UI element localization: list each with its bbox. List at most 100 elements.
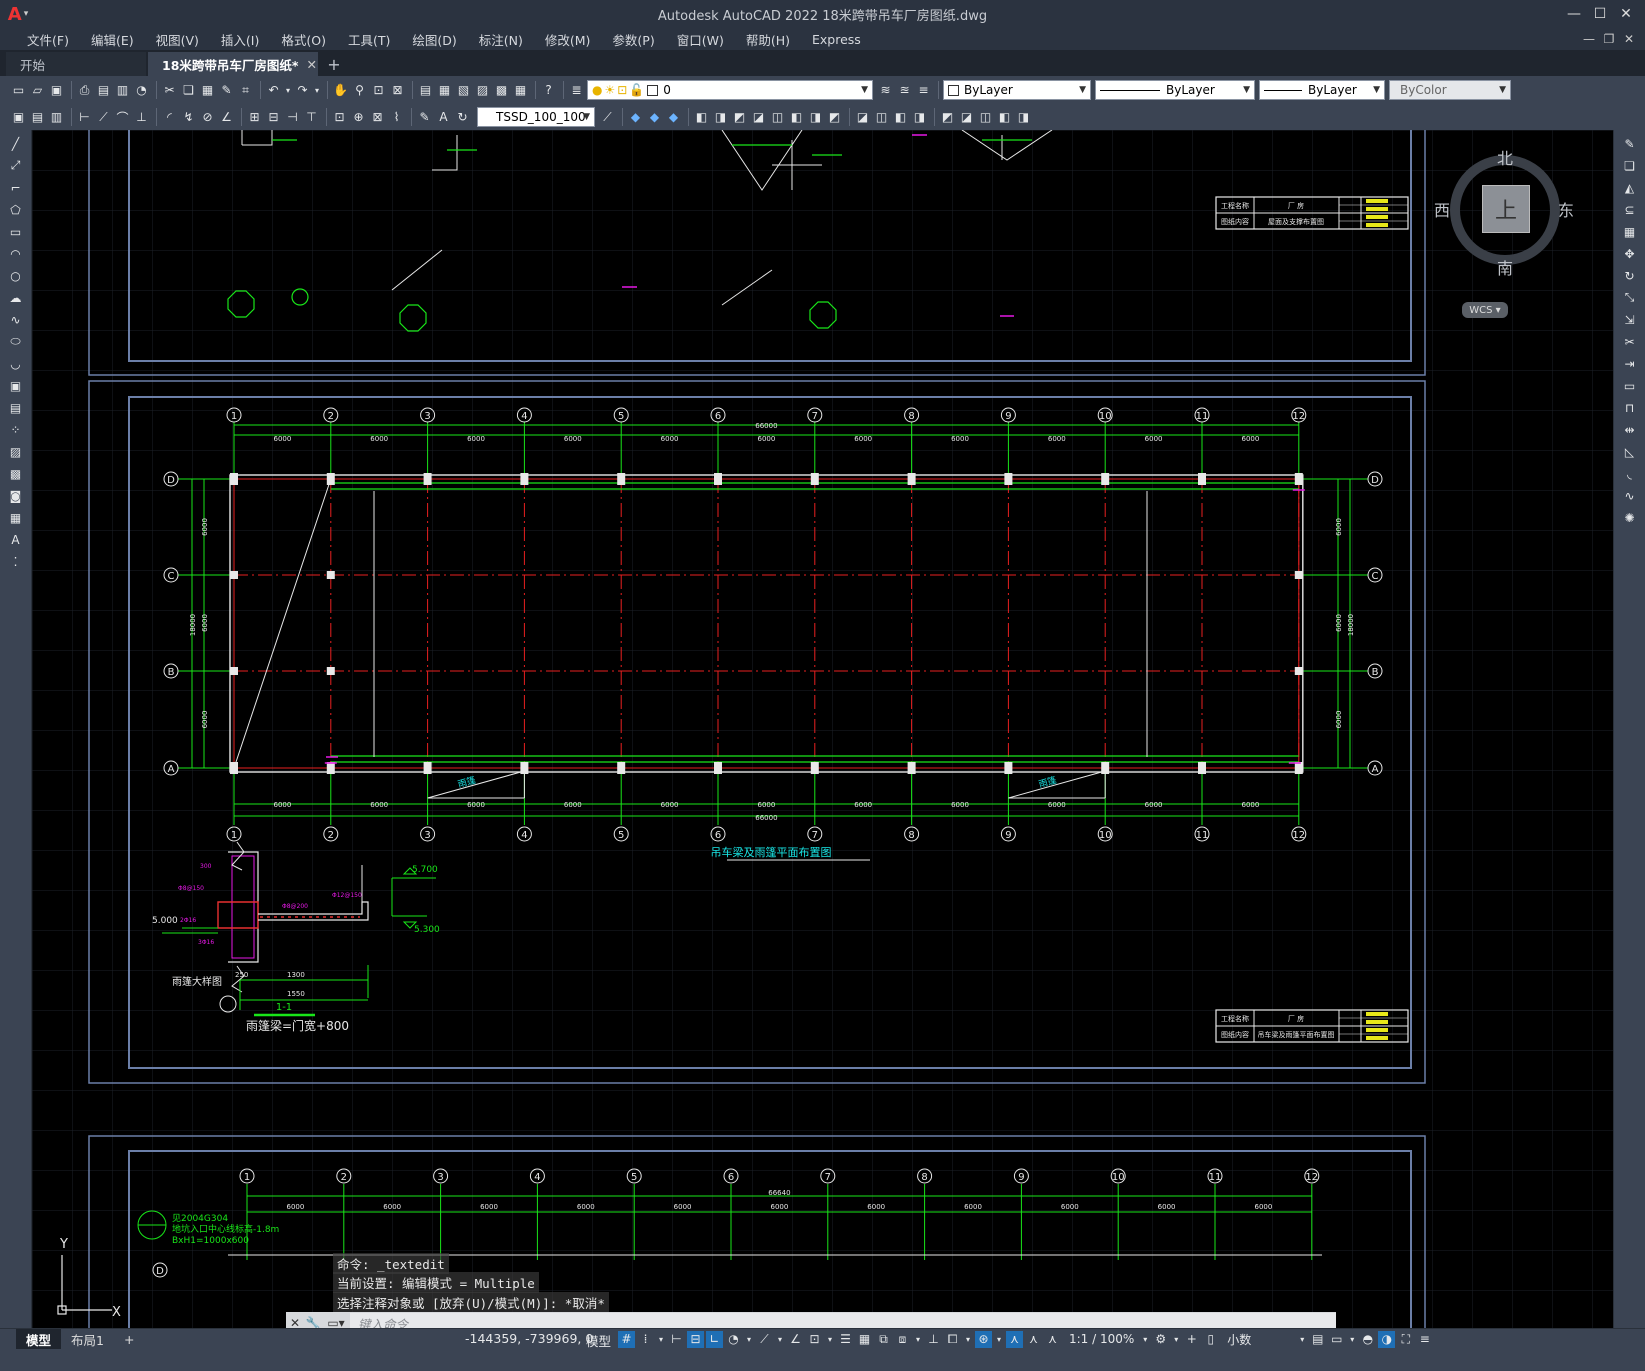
layer-previous-icon[interactable]: ≊ [896, 82, 913, 99]
drawing-svg[interactable]: 工程名称厂 房图纸内容 屋面及支撑布置图 工程名称厂 房图纸内容 吊车梁及雨篷平面布… [32, 130, 1613, 1328]
layout-tab-model[interactable]: 模型 [16, 1329, 62, 1349]
minimize-button[interactable]: — [1561, 0, 1587, 28]
break-point-icon[interactable]: ▭ [1621, 377, 1638, 394]
3d-osnap-dropdown-icon[interactable]: ▾ [913, 1331, 923, 1348]
arc-length-icon[interactable]: ⌒ [114, 109, 131, 126]
cut-icon[interactable]: ✂ [161, 82, 178, 99]
view-cube-east[interactable]: 东 [1558, 197, 1574, 221]
properties-icon[interactable]: ▤ [417, 82, 434, 99]
join-icon[interactable]: ⇹ [1621, 421, 1638, 438]
view-cube-west[interactable]: 西 [1434, 197, 1450, 221]
modify-icon-12[interactable]: ◪ [854, 109, 871, 126]
modify-icon-6[interactable]: ◩ [731, 109, 748, 126]
drawing-canvas[interactable]: 工程名称厂 房图纸内容 屋面及支撑布置图 工程名称厂 房图纸内容 吊车梁及雨篷平面布… [32, 130, 1613, 1328]
modify-icon-8[interactable]: ◫ [769, 109, 786, 126]
redo-dropdown-icon[interactable]: ▾ [313, 82, 321, 99]
undo-dropdown-icon[interactable]: ▾ [284, 82, 292, 99]
ellipse-arc-icon[interactable]: ◡ [7, 355, 24, 372]
annotation-monitor-icon[interactable]: + [1183, 1331, 1200, 1348]
app-menu-button[interactable]: A [8, 4, 22, 25]
infer-constraints-icon[interactable]: ⊢ [668, 1331, 685, 1348]
polygon-icon[interactable]: ⬠ [7, 201, 24, 218]
tab-drawing[interactable]: 18米跨带吊车厂房图纸* ✕ [148, 52, 318, 76]
view-cube[interactable]: 上 北 南 东 西 [1434, 145, 1574, 278]
block-editor-icon[interactable]: ⌗ [237, 82, 254, 99]
trim-icon[interactable]: ✂ [1621, 333, 1638, 350]
copy-icon[interactable]: ❏ [180, 82, 197, 99]
layer-state-icon[interactable]: ≡ [915, 82, 932, 99]
menu-format[interactable]: 格式(O) [270, 30, 337, 49]
layer-dropdown[interactable]: ● ☀ ⊡ 🔓 0 ▼ [587, 80, 873, 100]
color-dropdown[interactable]: ByLayer ▼ [943, 80, 1091, 100]
make-current-layer-icon[interactable]: ≋ [877, 82, 894, 99]
explode-icon[interactable]: ✺ [1621, 509, 1638, 526]
modify-icon-3[interactable]: ◆ [665, 109, 682, 126]
model-space-button[interactable]: 模型 [586, 1331, 611, 1350]
snap-dropdown-icon[interactable]: ▾ [656, 1331, 666, 1348]
design-center-icon[interactable]: ▦ [436, 82, 453, 99]
doc-close-button[interactable]: ✕ [1619, 28, 1639, 50]
isodraft-icon[interactable]: ⟋ [756, 1331, 773, 1348]
hatch-icon[interactable]: ▨ [7, 443, 24, 460]
blend-icon[interactable]: ∿ [1621, 487, 1638, 504]
dynamic-ucs-icon[interactable]: ⊥ [925, 1331, 942, 1348]
mtext-icon[interactable]: A [7, 531, 24, 548]
graphics-performance-icon[interactable]: ▭ [1328, 1331, 1345, 1348]
maximize-button[interactable]: ☐ [1587, 0, 1613, 28]
zoom-window-icon[interactable]: ⊡ [370, 82, 387, 99]
modify-icon-14[interactable]: ◧ [892, 109, 909, 126]
dim-edit-icon[interactable]: ✎ [416, 109, 433, 126]
paste-icon[interactable]: ▦ [199, 82, 216, 99]
linetype-dropdown[interactable]: ByLayer ▼ [1095, 80, 1255, 100]
stretch-icon[interactable]: ⇲ [1621, 311, 1638, 328]
clean-screen-icon[interactable]: ⛶ [1397, 1331, 1414, 1348]
add-layout-button[interactable]: + [114, 1329, 144, 1349]
offset-icon[interactable]: ⊆ [1621, 201, 1638, 218]
menu-dimension[interactable]: 标注(N) [468, 30, 534, 49]
graphics-dropdown-icon[interactable]: ▾ [1347, 1331, 1357, 1348]
3d-osnap-icon[interactable]: ⧈ [894, 1331, 911, 1348]
modify-icon-15[interactable]: ◨ [911, 109, 928, 126]
region-icon[interactable]: ◙ [7, 487, 24, 504]
object-snap-dropdown-icon[interactable]: ▾ [825, 1331, 835, 1348]
table-icon[interactable]: ▦ [7, 509, 24, 526]
doc-restore-button[interactable]: ❐ [1599, 28, 1619, 50]
menu-window[interactable]: 窗口(W) [666, 30, 735, 49]
selection-filter-icon[interactable]: ⧠ [944, 1331, 961, 1348]
units-value[interactable]: 小数 [1227, 1331, 1251, 1348]
lineweight-icon[interactable]: ☰ [837, 1331, 854, 1348]
modify-icon-7[interactable]: ◪ [750, 109, 767, 126]
undo-icon[interactable]: ↶ [265, 82, 282, 99]
tssd-icon-1[interactable]: ▣ [10, 109, 27, 126]
snap-icon[interactable]: ⁞ [637, 1331, 654, 1348]
plotstyle-dropdown[interactable]: ByColor ▼ [1389, 80, 1511, 100]
menu-edit[interactable]: 编辑(E) [80, 30, 145, 49]
menu-view[interactable]: 视图(V) [145, 30, 210, 49]
plot-preview-icon[interactable]: ▤ [95, 82, 112, 99]
polar-dropdown-icon[interactable]: ▾ [744, 1331, 754, 1348]
dim-space-icon[interactable]: ⊤ [303, 109, 320, 126]
tab-start[interactable]: 开始 [6, 52, 146, 76]
modify-icon-5[interactable]: ◨ [712, 109, 729, 126]
new-tab-button[interactable]: + [320, 52, 348, 76]
modify-icon-17[interactable]: ◪ [958, 109, 975, 126]
units-dropdown-icon[interactable]: ▾ [1297, 1331, 1307, 1348]
ellipse-icon[interactable]: ⬭ [7, 333, 24, 350]
object-snap-icon[interactable]: ⊡ [806, 1331, 823, 1348]
modify-icon-13[interactable]: ◫ [873, 109, 890, 126]
auto-scale-icon[interactable]: ⋏ [1025, 1331, 1042, 1348]
close-button[interactable]: ✕ [1613, 0, 1639, 28]
baseline-dim-icon[interactable]: ⊟ [265, 109, 282, 126]
view-cube-top-face[interactable]: 上 [1482, 185, 1530, 233]
gradient-icon[interactable]: ▩ [7, 465, 24, 482]
redo-icon[interactable]: ↷ [294, 82, 311, 99]
scale-dropdown-icon[interactable]: ▾ [1140, 1331, 1150, 1348]
selection-filter-dropdown-icon[interactable]: ▾ [963, 1331, 973, 1348]
lineweight-dropdown[interactable]: ByLayer ▼ [1259, 80, 1385, 100]
quickcalc-icon[interactable]: ▦ [512, 82, 529, 99]
move-icon[interactable]: ✥ [1621, 245, 1638, 262]
radius-dim-icon[interactable]: ◜ [161, 109, 178, 126]
dynamic-input-icon[interactable]: ⊟ [687, 1330, 704, 1348]
transparency-icon[interactable]: ▦ [856, 1331, 873, 1348]
menu-tools[interactable]: 工具(T) [337, 30, 401, 49]
